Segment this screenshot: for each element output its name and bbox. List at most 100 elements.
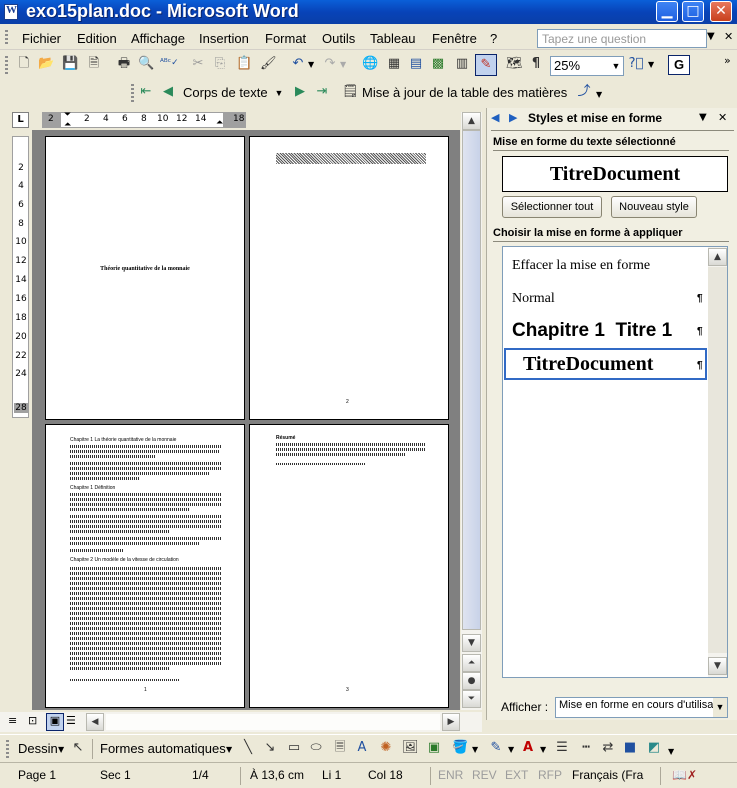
toolbar-options-icon[interactable]: » [724, 54, 731, 67]
fill-color-icon[interactable]: 🪣 [452, 740, 468, 756]
zoom-combo[interactable]: 25% ▼ [550, 56, 624, 76]
page-4[interactable]: Résumé 3 [249, 424, 449, 708]
insert-table-icon[interactable]: ▤ [408, 56, 424, 72]
arrow-style-icon[interactable]: ⇄ [600, 740, 616, 756]
spelling-icon[interactable]: ᴬᴮᶜ✓ [160, 55, 179, 71]
scroll-thumb[interactable] [462, 130, 481, 630]
menu-outils[interactable]: Outils [322, 31, 355, 46]
3d-style-icon[interactable]: ◩ [646, 740, 662, 756]
style-clear-formatting[interactable]: Effacer la mise en forme [512, 258, 650, 274]
update-toc-button[interactable]: Mise à jour de la table des matières [362, 85, 567, 100]
tables-borders-icon[interactable]: ▦ [386, 56, 402, 72]
menubar-grip[interactable] [5, 30, 8, 46]
style-list[interactable]: Effacer la mise en forme Normal ¶ Chapit… [502, 246, 728, 678]
document-area[interactable]: Théorie quantitative de la monnaie 2 Cha… [32, 130, 460, 710]
tab-selector[interactable]: L [12, 112, 29, 128]
drawing-toggle-button[interactable]: ✎ [475, 54, 497, 76]
page-3[interactable]: Chapitre 1 La théorie quantitative de la… [45, 424, 245, 708]
draw-menu-dropdown-icon[interactable]: ▼ [58, 745, 64, 754]
left-indent-icon[interactable]: ⏶ [64, 120, 71, 130]
new-style-button[interactable]: Nouveau style [611, 196, 697, 218]
scroll-left-button[interactable]: ◀ [86, 713, 104, 731]
menu-fichier[interactable]: Fichier [22, 31, 61, 46]
selected-style-box[interactable]: TitreDocument [502, 156, 728, 192]
style-chapitre-titre1[interactable]: Chapitre 1 Titre 1 [512, 320, 672, 342]
font-color-dropdown-icon[interactable]: ▼ [540, 745, 546, 754]
pane-menu-icon[interactable]: ▼ [699, 112, 707, 123]
status-ext[interactable]: EXT [505, 768, 528, 782]
scroll-right-button[interactable]: ▶ [442, 713, 460, 731]
undo-dropdown-icon[interactable]: ▼ [308, 60, 314, 69]
shadow-style-icon[interactable]: ■ [622, 740, 638, 756]
line-color-icon[interactable]: ✎ [488, 740, 504, 756]
style-normal[interactable]: Normal [512, 291, 555, 307]
fill-color-dropdown-icon[interactable]: ▼ [472, 745, 478, 754]
hyperlink-icon[interactable]: 🌐 [362, 56, 378, 72]
vertical-ruler[interactable]: 2 4 6 8 10 12 14 16 18 20 22 24 28 [12, 136, 29, 418]
open-folder-icon[interactable]: 📂 [38, 56, 54, 72]
redo-dropdown-icon[interactable]: ▼ [340, 60, 346, 69]
print-layout-icon[interactable]: ▣ [46, 713, 64, 731]
select-all-button[interactable]: Sélectionner tout [502, 196, 602, 218]
help-dropdown-icon[interactable]: ▼ [648, 60, 654, 69]
status-language[interactable]: Français (Fra [572, 768, 643, 782]
format-painter-icon[interactable]: 🖌 [260, 56, 277, 72]
pane-forward-icon[interactable]: ▶ [509, 111, 517, 124]
arrow-icon[interactable]: ↘ [262, 740, 278, 756]
menu-fenetre[interactable]: Fenêtre [432, 31, 477, 46]
spelling-status-icon[interactable]: 📖✗ [672, 768, 697, 782]
promote-icon[interactable]: ◀ [160, 84, 176, 100]
help-icon[interactable]: ?⃝ [628, 56, 644, 72]
style-list-thumb[interactable] [708, 267, 727, 653]
dash-style-icon[interactable]: ┅ [578, 740, 594, 756]
demote-icon[interactable]: ▶ [292, 84, 308, 100]
diagram-icon[interactable]: ✺ [378, 740, 394, 756]
show-hide-marks-icon[interactable]: ¶ [528, 56, 544, 72]
line-icon[interactable]: ╲ [240, 740, 256, 756]
insert-excel-icon[interactable]: ▩ [430, 56, 446, 72]
demote-body-icon[interactable]: ⇥ [314, 84, 330, 100]
columns-icon[interactable]: ▥ [454, 56, 470, 72]
textbox-icon[interactable]: 🗏 [332, 740, 348, 756]
oval-icon[interactable]: ⬭ [308, 740, 324, 756]
outline-toolbar-grip[interactable] [131, 84, 134, 102]
menu-edition[interactable]: Edition [77, 31, 117, 46]
ask-dropdown-icon[interactable]: ▼ [707, 31, 715, 42]
page-2[interactable]: 2 [249, 136, 449, 420]
first-line-indent-icon[interactable]: ⏷ [64, 110, 71, 120]
web-layout-icon[interactable]: ⊡ [28, 714, 37, 727]
permission-icon[interactable]: 🗎 [86, 56, 102, 72]
scroll-down-button[interactable]: ▼ [462, 634, 481, 652]
close-button[interactable]: ✕ [710, 1, 732, 22]
line-color-dropdown-icon[interactable]: ▼ [508, 745, 514, 754]
undo-icon[interactable]: ↶ [290, 56, 306, 72]
promote-heading-icon[interactable]: ⇤ [138, 84, 154, 100]
horizontal-ruler[interactable]: 2 2 4 6 8 10 12 14 18 ⏷ ⏶ ⏶ [42, 110, 246, 130]
browse-object-button[interactable]: ● [462, 672, 481, 690]
pane-back-icon[interactable]: ◀ [491, 111, 499, 124]
normal-view-icon[interactable]: ≡ [8, 714, 17, 727]
scroll-up-button[interactable]: ▲ [462, 112, 481, 130]
vertical-scrollbar[interactable]: ▲ ▼ ⏶ ● ⏷ [461, 112, 482, 710]
autoshapes-dropdown-icon[interactable]: ▼ [226, 745, 232, 754]
redo-icon[interactable]: ↷ [322, 56, 338, 72]
ask-question-input[interactable]: Tapez une question [537, 29, 707, 48]
copy-icon[interactable]: ⎘ [212, 56, 228, 72]
word-document-icon[interactable] [4, 4, 18, 20]
doc-close-icon[interactable]: ✕ [724, 30, 733, 43]
doc-map-icon[interactable]: 🗺 [506, 56, 523, 72]
wordart-icon[interactable]: A [354, 740, 370, 756]
prev-page-button[interactable]: ⏶ [462, 654, 481, 672]
right-indent-icon[interactable]: ⏶ [216, 118, 223, 128]
new-doc-icon[interactable]: 🗋 [16, 56, 32, 72]
menu-tableau[interactable]: Tableau [370, 31, 416, 46]
drawbar-grip[interactable] [6, 740, 9, 758]
style-list-scrollbar[interactable]: ▲ ▼ [708, 247, 727, 677]
menu-insertion[interactable]: Insertion [199, 31, 249, 46]
save-icon[interactable]: 💾 [62, 56, 78, 72]
select-objects-icon[interactable]: ↖ [70, 740, 86, 756]
hscroll-track[interactable] [106, 714, 440, 730]
menu-help[interactable]: ? [490, 31, 497, 46]
style-titredocument-row[interactable]: TitreDocument ¶ [504, 348, 707, 380]
print-icon[interactable]: 🖶 [116, 56, 132, 72]
